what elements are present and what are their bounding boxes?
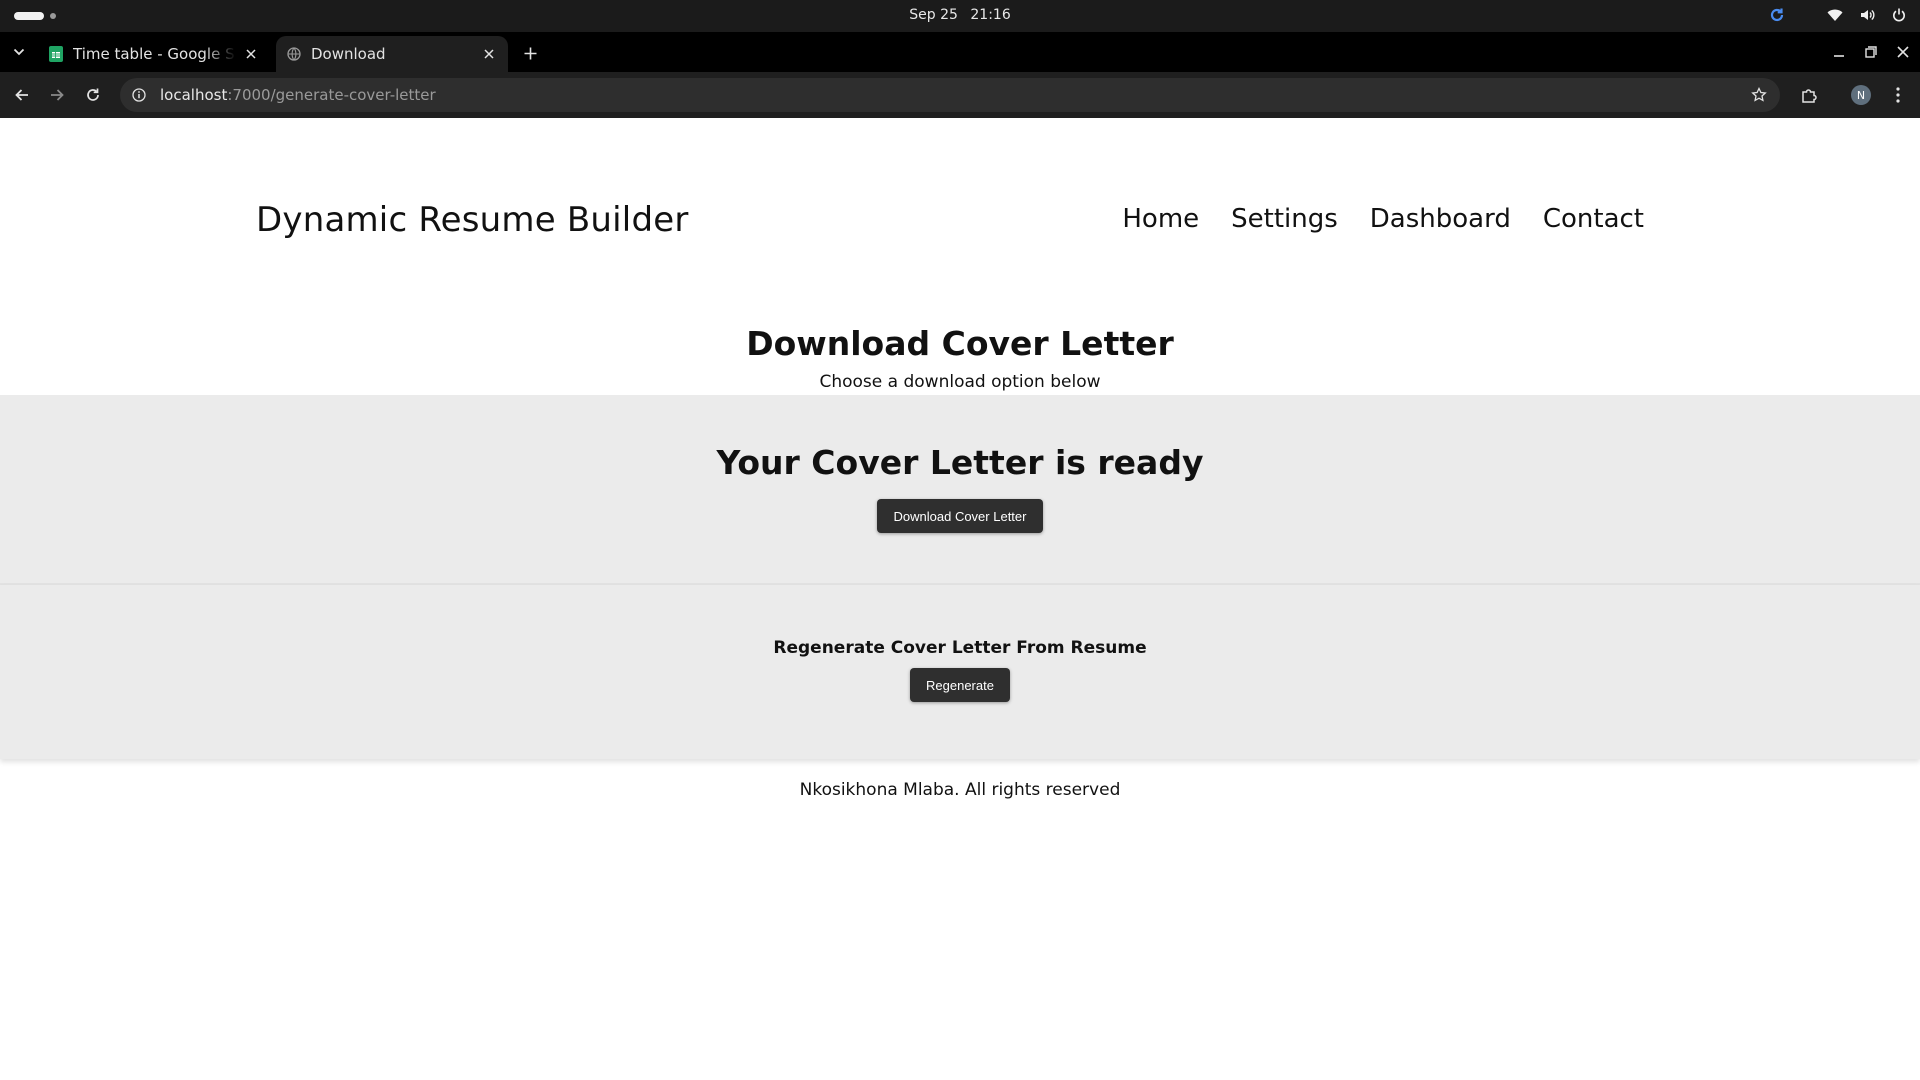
power-icon[interactable] bbox=[1890, 6, 1908, 24]
globe-icon bbox=[286, 46, 302, 62]
regenerate-panel: Regenerate Cover Letter From Resume Rege… bbox=[0, 585, 1920, 759]
os-top-bar: Sep 25 21:16 bbox=[0, 0, 1920, 32]
browser-toolbar: localhost:7000/generate-cover-letter N bbox=[0, 72, 1920, 118]
page-title: Download Cover Letter bbox=[746, 324, 1174, 363]
tab-time-table[interactable]: Time table - Google Sheets bbox=[38, 36, 270, 72]
url-path: :7000/generate-cover-letter bbox=[227, 86, 436, 104]
refresh-status-icon[interactable] bbox=[1768, 6, 1786, 24]
address-bar[interactable]: localhost:7000/generate-cover-letter bbox=[120, 78, 1780, 112]
reload-icon[interactable] bbox=[81, 83, 105, 107]
site-nav: Home Settings Dashboard Contact bbox=[1122, 204, 1644, 234]
minimize-icon[interactable] bbox=[1830, 40, 1848, 64]
footer-copyright: Nkosikhona Mlaba. All rights reserved bbox=[799, 780, 1121, 800]
volume-icon[interactable] bbox=[1858, 6, 1876, 24]
nav-link-home[interactable]: Home bbox=[1122, 204, 1199, 234]
tab-download[interactable]: Download bbox=[276, 36, 508, 72]
tab-search-chevron-icon[interactable] bbox=[8, 41, 30, 63]
browser-menu-icon[interactable] bbox=[1886, 83, 1910, 107]
new-tab-plus-icon[interactable] bbox=[518, 41, 542, 65]
system-tray[interactable] bbox=[1768, 6, 1908, 24]
tab-title: Time table - Google Sheets bbox=[73, 45, 236, 63]
browser-tab-strip: Time table - Google Sheets Download bbox=[0, 32, 1920, 72]
nav-link-settings[interactable]: Settings bbox=[1231, 204, 1338, 234]
wifi-icon[interactable] bbox=[1826, 6, 1844, 24]
close-icon[interactable] bbox=[242, 45, 260, 63]
page-subtitle: Choose a download option below bbox=[819, 372, 1101, 392]
tab-title: Download bbox=[311, 45, 386, 63]
profile-avatar[interactable]: N bbox=[1849, 83, 1873, 107]
ready-title: Your Cover Letter is ready bbox=[716, 443, 1204, 482]
restore-icon[interactable] bbox=[1862, 40, 1880, 64]
avatar: N bbox=[1851, 85, 1871, 105]
nav-link-dashboard[interactable]: Dashboard bbox=[1370, 204, 1511, 234]
site-header: Dynamic Resume Builder Home Settings Das… bbox=[0, 118, 1920, 318]
web-page: Dynamic Resume Builder Home Settings Das… bbox=[0, 118, 1920, 1080]
os-date: Sep 25 bbox=[909, 7, 958, 23]
back-arrow-icon[interactable] bbox=[10, 83, 34, 107]
site-brand[interactable]: Dynamic Resume Builder bbox=[256, 200, 689, 240]
regenerate-button[interactable]: Regenerate bbox=[910, 668, 1010, 702]
window-controls bbox=[1830, 40, 1912, 64]
cover-letter-ready-panel: Your Cover Letter is ready Download Cove… bbox=[0, 395, 1920, 583]
url-host: localhost bbox=[160, 86, 228, 104]
google-sheets-icon bbox=[48, 46, 64, 62]
site-info-icon[interactable] bbox=[130, 86, 148, 104]
os-clock[interactable]: Sep 25 21:16 bbox=[0, 7, 1920, 23]
url-text[interactable]: localhost:7000/generate-cover-letter bbox=[160, 86, 436, 104]
download-cover-letter-button[interactable]: Download Cover Letter bbox=[877, 499, 1043, 533]
close-window-icon[interactable] bbox=[1894, 40, 1912, 64]
os-time: 21:16 bbox=[970, 7, 1011, 23]
bookmark-star-icon[interactable] bbox=[1750, 86, 1768, 104]
nav-link-contact[interactable]: Contact bbox=[1543, 204, 1644, 234]
extensions-puzzle-icon[interactable] bbox=[1797, 83, 1821, 107]
regenerate-title: Regenerate Cover Letter From Resume bbox=[773, 638, 1147, 658]
forward-arrow-icon[interactable] bbox=[45, 83, 69, 107]
close-icon[interactable] bbox=[480, 45, 498, 63]
